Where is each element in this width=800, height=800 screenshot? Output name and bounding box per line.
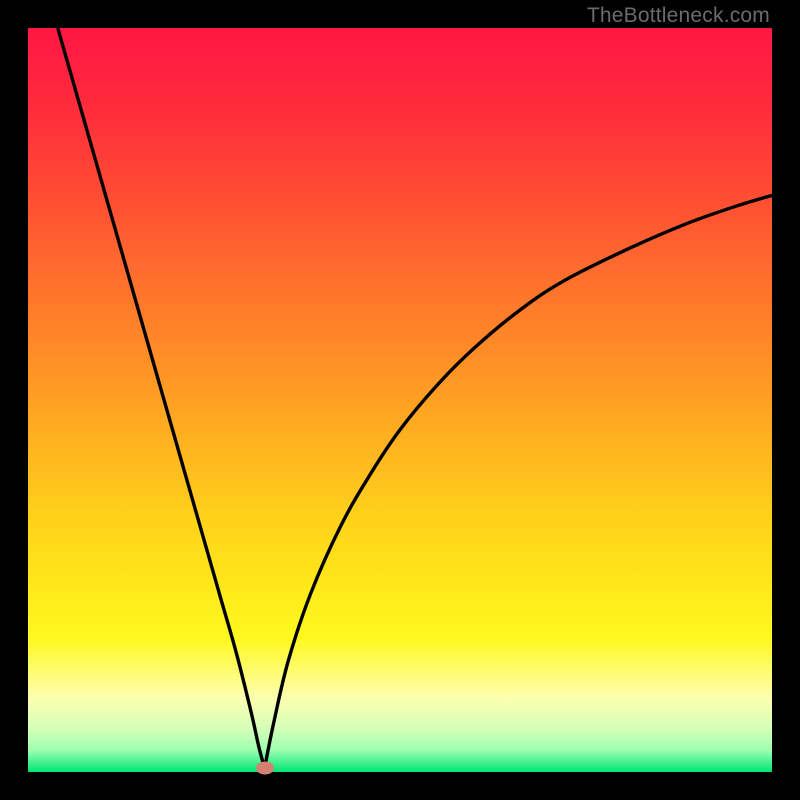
chart-curve (28, 28, 772, 772)
chart-plot-area (28, 28, 772, 772)
chart-attribution: TheBottleneck.com (587, 4, 770, 28)
chart-optimum-marker (256, 762, 274, 775)
